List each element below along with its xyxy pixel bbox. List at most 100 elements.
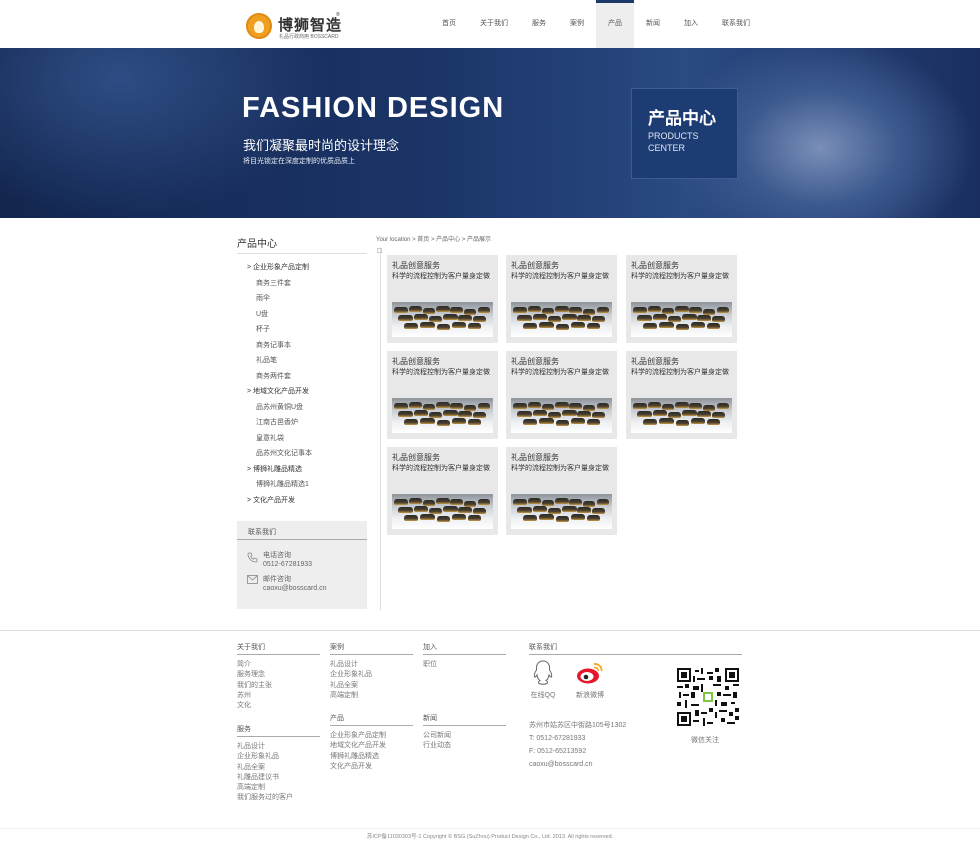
- weibo-link[interactable]: 新浪微博: [573, 660, 607, 700]
- rock-shape: [443, 506, 458, 512]
- rock-shape: [539, 514, 554, 520]
- product-card[interactable]: 礼品创意服务 科学的流程控制为客户量身定做: [506, 351, 617, 439]
- rock-shape: [676, 420, 689, 426]
- footer-link[interactable]: 服务理念: [237, 670, 320, 680]
- rock-shape: [443, 314, 458, 320]
- rock-shape: [587, 323, 600, 329]
- logo-text: 博狮智造: [278, 16, 343, 34]
- rock-shape: [409, 498, 422, 504]
- footer-link[interactable]: 文化: [237, 701, 320, 711]
- category-item[interactable]: 皇意礼袋: [247, 431, 367, 447]
- breadcrumb[interactable]: Your location > 首页 > 产品中心 > 产品展示: [376, 234, 491, 243]
- category-item[interactable]: 商务两件套: [247, 369, 367, 385]
- product-title: 礼品创意服务: [631, 357, 679, 366]
- rock-shape: [556, 420, 569, 426]
- footer-link[interactable]: 我们服务过的客户: [237, 793, 320, 803]
- footer-link[interactable]: 公司新闻: [423, 731, 506, 741]
- footer-link[interactable]: 高端定制: [330, 691, 413, 701]
- rock-shape: [697, 411, 711, 417]
- rock-shape: [468, 419, 481, 425]
- footer-link[interactable]: 简介: [237, 660, 320, 670]
- footer-link[interactable]: 企业形象礼品: [237, 752, 320, 762]
- rock-shape: [452, 322, 466, 328]
- rock-shape: [539, 322, 554, 328]
- product-image: [392, 494, 493, 529]
- product-card[interactable]: 礼品创意服务 科学的流程控制为客户量身定做: [387, 447, 498, 535]
- footer-link[interactable]: 博狮礼雕品精选: [330, 752, 413, 762]
- category-item[interactable]: 品苏州文化记事本: [247, 446, 367, 462]
- nav-about[interactable]: 关于我们: [468, 0, 520, 48]
- category-item[interactable]: U盘: [247, 307, 367, 323]
- category-item[interactable]: 企业形象产品定制: [247, 260, 367, 276]
- category-item[interactable]: 品苏州黄铜U盘: [247, 400, 367, 416]
- category-item[interactable]: 江南古邑香炉: [247, 415, 367, 431]
- footer-link[interactable]: 礼品全案: [237, 763, 320, 773]
- footer-link[interactable]: 职位: [423, 660, 506, 670]
- category-item[interactable]: 博狮礼雕品精选: [247, 462, 367, 478]
- weibo-label: 新浪微博: [576, 692, 604, 699]
- footer-link[interactable]: 苏州: [237, 691, 320, 701]
- footer-link[interactable]: 礼品设计: [330, 660, 413, 670]
- product-desc: 科学的流程控制为客户量身定做: [392, 369, 490, 376]
- footer-fax: F: 0512-65213592: [529, 748, 587, 755]
- main-nav: 首页 关于我们 服务 案例 产品 新闻 加入 联系我们: [430, 0, 762, 48]
- nav-news[interactable]: 新闻: [634, 0, 672, 48]
- nav-products[interactable]: 产品: [596, 0, 634, 48]
- footer-link[interactable]: 企业形象产品定制: [330, 731, 413, 741]
- footer-news: 新闻 公司新闻 行业动态: [423, 713, 506, 752]
- category-item[interactable]: 商务记事本: [247, 338, 367, 354]
- product-card[interactable]: 礼品创意服务 科学的流程控制为客户量身定做: [387, 255, 498, 343]
- rock-shape: [637, 315, 652, 321]
- footer-link[interactable]: 礼品全案: [330, 681, 413, 691]
- contact-box-title: 联系我们: [248, 529, 276, 536]
- rock-shape: [675, 402, 689, 408]
- email-value[interactable]: caoxu@bosscard.cn: [263, 585, 327, 592]
- rock-shape: [717, 307, 729, 313]
- product-card[interactable]: 礼品创意服务 科学的流程控制为客户量身定做: [626, 255, 737, 343]
- site-header: 博狮智造 ® 礼品行政商用 BOSSCARD 首页 关于我们 服务 案例 产品 …: [0, 0, 980, 48]
- product-title: 礼品创意服务: [392, 453, 440, 462]
- footer-link[interactable]: 礼品设计: [237, 742, 320, 752]
- rock-shape: [398, 507, 413, 513]
- nav-cases[interactable]: 案例: [558, 0, 596, 48]
- rock-shape: [648, 402, 661, 408]
- category-item[interactable]: 博狮礼雕品精选1: [247, 477, 367, 493]
- footer-link[interactable]: 高端定制: [237, 783, 320, 793]
- footer-services-title: 服务: [237, 726, 251, 733]
- rock-shape: [577, 507, 591, 513]
- product-card[interactable]: 礼品创意服务 科学的流程控制为客户量身定做: [506, 447, 617, 535]
- mail-icon: [247, 575, 258, 585]
- rock-shape: [587, 419, 600, 425]
- nav-join[interactable]: 加入: [672, 0, 710, 48]
- category-item[interactable]: 文化产品开发: [247, 493, 367, 509]
- footer-link[interactable]: 文化产品开发: [330, 762, 413, 772]
- rock-shape: [437, 516, 450, 522]
- rock-shape: [468, 515, 481, 521]
- banner-subtext: 将目光锁定在深度定制的优质品质上: [243, 158, 355, 165]
- category-item[interactable]: 商务三件套: [247, 276, 367, 292]
- product-card[interactable]: 礼品创意服务 科学的流程控制为客户量身定做: [387, 351, 498, 439]
- footer-email[interactable]: caoxu@bosscard.cn: [529, 758, 626, 771]
- product-title: 礼品创意服务: [631, 261, 679, 270]
- rock-shape: [597, 499, 609, 505]
- qq-link[interactable]: 在线QQ: [529, 660, 557, 700]
- product-title: 礼品创意服务: [392, 357, 440, 366]
- nav-contact[interactable]: 联系我们: [710, 0, 762, 48]
- rock-shape: [404, 323, 418, 329]
- footer-link[interactable]: 我们的主张: [237, 681, 320, 691]
- category-item[interactable]: 杯子: [247, 322, 367, 338]
- footer-link[interactable]: 企业形象礼品: [330, 670, 413, 680]
- rock-shape: [633, 403, 647, 409]
- nav-home[interactable]: 首页: [430, 0, 468, 48]
- category-item[interactable]: 地域文化产品开发: [247, 384, 367, 400]
- logo[interactable]: 博狮智造 ® 礼品行政商用 BOSSCARD: [246, 11, 346, 43]
- product-card[interactable]: 礼品创意服务 科学的流程控制为客户量身定做: [626, 351, 737, 439]
- nav-services[interactable]: 服务: [520, 0, 558, 48]
- product-card[interactable]: 礼品创意服务 科学的流程控制为客户量身定做: [506, 255, 617, 343]
- category-item[interactable]: 礼品笔: [247, 353, 367, 369]
- footer-link[interactable]: 行业动态: [423, 741, 506, 751]
- footer-link[interactable]: 地域文化产品开发: [330, 741, 413, 751]
- category-item[interactable]: 雨伞: [247, 291, 367, 307]
- rock-shape: [691, 418, 705, 424]
- footer-link[interactable]: 礼雕品建议书: [237, 773, 320, 783]
